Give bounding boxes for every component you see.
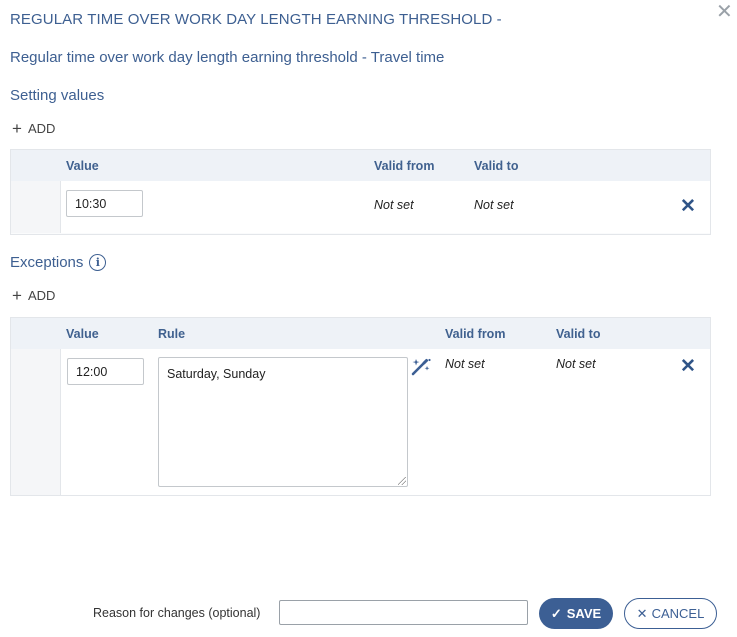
info-icon[interactable]: i [89, 254, 107, 271]
dialog-title: REGULAR TIME OVER WORK DAY LENGTH EARNIN… [10, 11, 502, 28]
rule-text: Saturday, Sunday [167, 367, 266, 381]
cancel-label: CANCEL [651, 606, 705, 621]
row-gutter [11, 181, 61, 233]
valid-from-value[interactable]: Not set [374, 198, 414, 212]
valid-to-value[interactable]: Not set [556, 357, 596, 371]
resize-grip-icon[interactable] [398, 477, 406, 485]
close-icon: ✕ [636, 605, 648, 621]
reason-input[interactable] [279, 600, 528, 625]
valid-from-value[interactable]: Not set [445, 357, 485, 371]
exception-value-input[interactable]: 12:00 [67, 358, 144, 385]
setting-values-table: Value Valid from Valid to 10:30 Not set … [10, 149, 711, 235]
table-row: 12:00 Saturday, Sunday Not set Not set ✕ [11, 349, 710, 495]
exceptions-header: Value Rule Valid from Valid to [11, 318, 710, 349]
remove-row-icon[interactable]: ✕ [680, 197, 696, 216]
save-button[interactable]: ✓ SAVE [539, 598, 613, 629]
column-header-rule: Rule [158, 327, 186, 341]
setting-values-heading: Setting values [10, 87, 104, 104]
close-icon[interactable]: ✕ [716, 2, 733, 22]
add-exception-label: ADD [27, 288, 56, 303]
exceptions-heading: Exceptions i [10, 254, 107, 271]
exceptions-table: Value Rule Valid from Valid to 12:00 Sat… [10, 317, 711, 496]
column-header-value: Value [66, 159, 99, 173]
reason-label: Reason for changes (optional) [93, 606, 261, 620]
save-label: SAVE [566, 606, 602, 621]
column-header-valid-to: Valid to [556, 327, 601, 341]
table-row: 10:30 Not set Not set ✕ [11, 181, 710, 233]
plus-icon: + [12, 119, 22, 138]
magic-wand-icon[interactable] [410, 357, 432, 382]
add-setting-value-button[interactable]: + ADD [12, 119, 56, 138]
column-header-valid-from: Valid from [374, 159, 435, 173]
cancel-button[interactable]: ✕ CANCEL [624, 598, 717, 629]
setting-values-heading-text: Setting values [10, 87, 105, 104]
setting-value-input[interactable]: 10:30 [66, 190, 143, 217]
dialog-subtitle: Regular time over work day length earnin… [10, 49, 445, 66]
valid-to-value[interactable]: Not set [474, 198, 514, 212]
rule-textarea[interactable]: Saturday, Sunday [158, 357, 408, 487]
column-header-valid-to: Valid to [474, 159, 519, 173]
plus-icon: + [12, 286, 22, 305]
checkmark-icon: ✓ [550, 605, 562, 621]
column-header-valid-from: Valid from [445, 327, 506, 341]
exceptions-heading-text: Exceptions [10, 254, 84, 271]
setting-values-header: Value Valid from Valid to [11, 150, 710, 181]
add-exception-button[interactable]: + ADD [12, 286, 56, 305]
remove-row-icon[interactable]: ✕ [680, 357, 696, 376]
row-gutter [11, 349, 61, 495]
column-header-value: Value [66, 327, 99, 341]
add-setting-value-label: ADD [27, 121, 56, 136]
